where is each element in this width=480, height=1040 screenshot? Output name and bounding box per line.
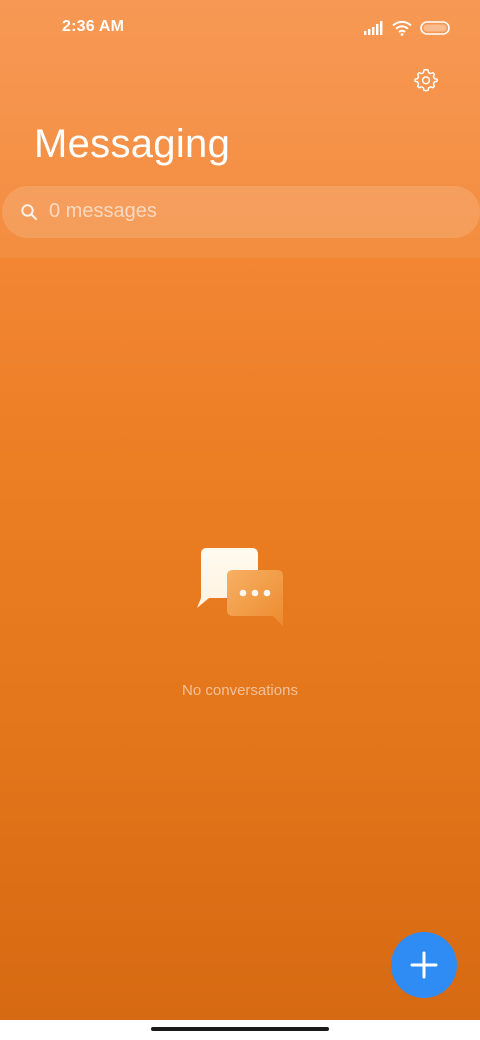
new-conversation-button[interactable] — [391, 932, 457, 998]
status-icons — [364, 18, 450, 38]
battery-icon — [420, 21, 450, 35]
status-time: 2:36 AM — [62, 18, 125, 35]
signal-icon — [364, 21, 384, 35]
plus-icon — [410, 951, 438, 979]
search-placeholder: 0 messages — [49, 200, 157, 222]
home-indicator[interactable] — [151, 1027, 329, 1031]
settings-button[interactable] — [408, 62, 444, 98]
search-bar[interactable]: 0 messages — [2, 186, 480, 238]
gear-icon — [414, 68, 438, 92]
wifi-icon — [392, 20, 412, 36]
empty-state-message: No conversations — [182, 682, 298, 699]
navigation-bar — [0, 1020, 480, 1040]
empty-state: No conversations — [0, 540, 480, 710]
search-icon — [20, 203, 38, 221]
chat-bubbles-icon — [195, 546, 287, 628]
screen: 2:36 AM Messaging 0 messages No conversa… — [0, 0, 480, 1040]
messaging-app: 2:36 AM Messaging 0 messages No conversa… — [0, 0, 480, 1020]
status-bar: 2:36 AM — [0, 0, 480, 56]
page-title: Messaging — [34, 122, 231, 166]
